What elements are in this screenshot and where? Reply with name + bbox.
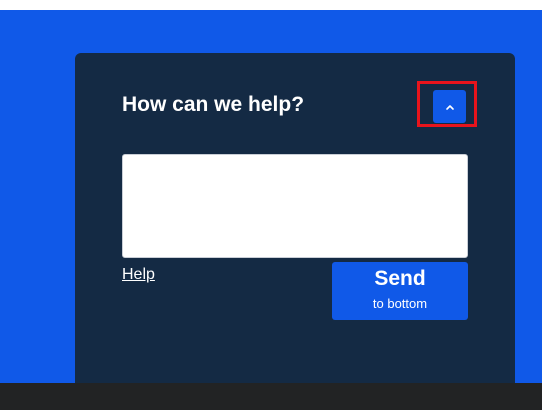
help-link[interactable]: Help: [122, 264, 155, 286]
collapse-button[interactable]: [433, 90, 466, 123]
chevron-up-icon: [445, 104, 454, 110]
top-strip: [0, 0, 542, 10]
send-button[interactable]: Send to bottom: [332, 262, 468, 320]
widget-title: How can we help?: [122, 93, 305, 116]
message-input[interactable]: [122, 154, 468, 258]
bottom-bar: [0, 383, 542, 410]
send-button-label: Send: [374, 267, 426, 290]
help-widget-panel: How can we help? Help Send to bottom: [75, 53, 515, 410]
send-button-sublabel: to bottom: [372, 296, 428, 311]
